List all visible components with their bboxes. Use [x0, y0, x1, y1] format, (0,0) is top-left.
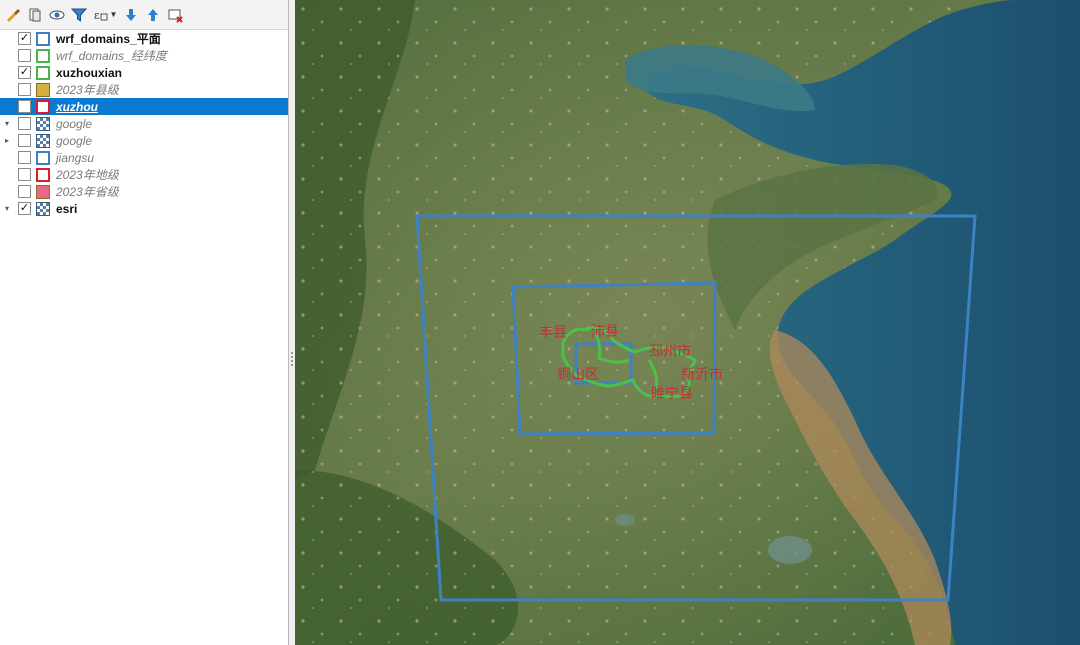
style-manager-icon: [7, 8, 20, 22]
lake: [615, 514, 635, 526]
layer-row[interactable]: xuzhou: [0, 98, 288, 115]
layer-visibility-checkbox[interactable]: ✓: [18, 202, 31, 215]
layer-row[interactable]: ▸ google: [0, 132, 288, 149]
collapse-arrow-icon[interactable]: ▾: [0, 200, 14, 217]
layer-row[interactable]: ✓ xuzhouxian: [0, 64, 288, 81]
layer-symbol-icon: [36, 150, 50, 165]
layer-symbol-icon: [36, 31, 50, 46]
layer-symbol-icon: [36, 167, 50, 182]
layer-name: esri: [56, 201, 78, 216]
layers-panel: ε ▼ ✓ wrf_domains_平面 wrf_domains_经纬度 ✓ x…: [0, 0, 289, 645]
svg-text:ε: ε: [94, 9, 100, 22]
county-label: 丰县: [539, 325, 567, 341]
layer-visibility-checkbox[interactable]: [18, 117, 31, 130]
layer-name: xuzhou: [56, 99, 98, 114]
filter-legend-icon: [71, 8, 87, 22]
county-label: 沛县: [591, 324, 619, 340]
layer-visibility-checkbox[interactable]: [18, 100, 31, 113]
style-manager-button[interactable]: [2, 4, 24, 26]
collapse-arrow-icon[interactable]: ▾: [0, 115, 14, 132]
layer-row[interactable]: 2023年县级: [0, 81, 288, 98]
county-label: 新沂市: [681, 366, 723, 383]
layer-visibility-checkbox[interactable]: [18, 134, 31, 147]
layer-name: 2023年地级: [56, 168, 119, 182]
layer-visibility-checkbox[interactable]: [18, 49, 31, 62]
layer-visibility-checkbox[interactable]: [18, 168, 31, 181]
layer-visibility-checkbox[interactable]: [18, 83, 31, 96]
expand-arrow-icon[interactable]: ▸: [0, 132, 14, 149]
add-group-icon: [29, 8, 41, 21]
layer-name: google: [56, 133, 93, 148]
layer-symbol-icon: [36, 184, 50, 199]
layer-visibility-checkbox[interactable]: [18, 151, 31, 164]
expand-all-icon: [126, 8, 136, 21]
county-label: 睢宁县: [651, 385, 693, 402]
filter-expression-icon: ε: [94, 9, 108, 22]
layer-row[interactable]: ▾ ✓ esri: [0, 200, 288, 217]
filter-legend-button[interactable]: [68, 4, 90, 26]
raster-layer-icon: [36, 116, 50, 131]
layer-symbol-icon: [36, 82, 50, 97]
layer-symbol-icon: [36, 48, 50, 63]
raster-layer-icon: [36, 133, 50, 148]
remove-layer-button[interactable]: [164, 4, 186, 26]
layer-name: xuzhouxian: [56, 65, 123, 80]
layer-symbol-icon: [36, 65, 50, 80]
manage-visibility-button[interactable]: [46, 4, 68, 26]
manage-visibility-icon: [49, 10, 65, 19]
county-label: 铜山区: [557, 367, 599, 383]
qgis-window: ε ▼ ✓ wrf_domains_平面 wrf_domains_经纬度 ✓ x…: [0, 0, 1080, 645]
remove-layer-icon: [168, 9, 183, 23]
layer-tree: ✓ wrf_domains_平面 wrf_domains_经纬度 ✓ xuzhouxia…: [0, 30, 288, 217]
raster-layer-icon: [36, 201, 50, 216]
layer-name: wrf_domains_平面: [56, 32, 161, 46]
layer-visibility-checkbox[interactable]: ✓: [18, 32, 31, 45]
layer-name: 2023年县级: [56, 83, 119, 97]
layer-symbol-icon: [36, 99, 50, 114]
expand-all-button[interactable]: [120, 4, 142, 26]
add-group-button[interactable]: [24, 4, 46, 26]
layer-visibility-checkbox[interactable]: ✓: [18, 66, 31, 79]
layer-row[interactable]: ▾ google: [0, 115, 288, 132]
collapse-all-button[interactable]: [142, 4, 164, 26]
layers-toolbar: ε ▼: [0, 0, 288, 30]
layer-row[interactable]: jiangsu: [0, 149, 288, 166]
dropdown-caret-icon: ▼: [109, 10, 118, 19]
layer-row[interactable]: ✓ wrf_domains_平面: [0, 30, 288, 47]
layer-name: jiangsu: [56, 150, 95, 165]
satellite-map: 丰县 沛县 邳州市 铜山区 新沂市 睢宁县: [295, 0, 1080, 645]
layer-name: google: [56, 116, 93, 131]
filter-expression-button[interactable]: ε ▼: [90, 4, 120, 26]
lake: [768, 536, 812, 564]
splitter-grip[interactable]: [291, 352, 293, 366]
layer-row[interactable]: 2023年省级: [0, 183, 288, 200]
layer-visibility-checkbox[interactable]: [18, 185, 31, 198]
layer-row[interactable]: wrf_domains_经纬度: [0, 47, 288, 64]
layer-name: 2023年省级: [56, 185, 119, 199]
map-canvas[interactable]: 丰县 沛县 邳州市 铜山区 新沂市 睢宁县: [295, 0, 1080, 645]
collapse-all-icon: [148, 8, 158, 21]
layer-name: wrf_domains_经纬度: [56, 49, 167, 63]
county-label: 邳州市: [649, 343, 691, 360]
layer-row[interactable]: 2023年地级: [0, 166, 288, 183]
